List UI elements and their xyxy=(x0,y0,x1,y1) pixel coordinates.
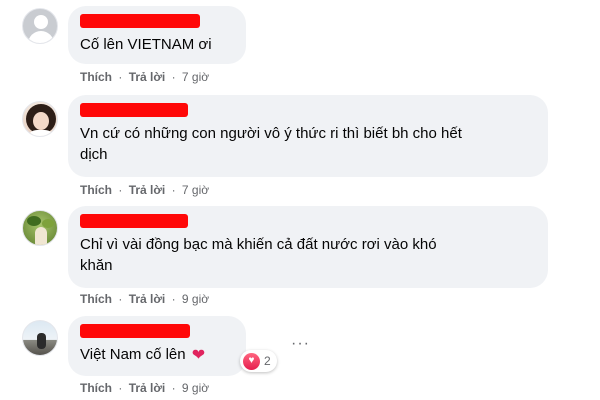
user-avatar[interactable] xyxy=(22,8,58,44)
more-options-icon[interactable]: ··· xyxy=(291,335,310,353)
like-button[interactable]: Thích xyxy=(80,183,112,197)
avatar-head-shape xyxy=(34,15,48,29)
comment-bubble: Chỉ vì vài đồng bạc mà khiến cả đất nước… xyxy=(68,206,548,288)
comment-3: Chỉ vì vài đồng bạc mà khiến cả đất nước… xyxy=(0,205,600,315)
timestamp[interactable]: 7 giờ xyxy=(182,70,209,84)
comment-text-body: Việt Nam cố lên xyxy=(80,346,186,363)
comment-bubble: Vn cứ có những con người vô ý thức ri th… xyxy=(68,95,548,177)
comment-text-line-1: Chỉ vì vài đồng bạc mà khiến cả đất nước… xyxy=(80,236,437,253)
comment-text: Việt Nam cố lên ❤ xyxy=(80,344,234,366)
separator: · xyxy=(118,292,123,306)
comment-text-line-1: Vn cứ có những con người vô ý thức ri th… xyxy=(80,125,462,142)
user-avatar[interactable] xyxy=(22,101,58,137)
avatar-body-shape xyxy=(28,31,54,43)
comment-actions: Thích · Trả lời · 9 giờ xyxy=(80,381,209,395)
separator: · xyxy=(118,381,123,395)
separator: · xyxy=(171,292,176,306)
separator: · xyxy=(118,70,123,84)
comment-bubble: Việt Nam cố lên ❤ xyxy=(68,316,246,376)
timestamp[interactable]: 7 giờ xyxy=(182,183,209,197)
comment-actions: Thích · Trả lời · 7 giờ xyxy=(80,70,209,84)
separator: · xyxy=(171,381,176,395)
reply-button[interactable]: Trả lời xyxy=(129,381,166,395)
avatar-person-shape xyxy=(35,227,47,245)
avatar-foliage-shape xyxy=(27,216,41,226)
timestamp[interactable]: 9 giờ xyxy=(182,292,209,306)
comment-text-line-2: khăn xyxy=(80,257,113,274)
comment-actions: Thích · Trả lời · 9 giờ xyxy=(80,292,209,306)
like-button[interactable]: Thích xyxy=(80,381,112,395)
separator: · xyxy=(118,183,123,197)
like-button[interactable]: Thích xyxy=(80,292,112,306)
reply-button[interactable]: Trả lời xyxy=(129,70,166,84)
reaction-summary[interactable]: ♥ 2 xyxy=(240,350,277,372)
redacted-username xyxy=(80,103,188,117)
avatar-foliage-shape xyxy=(42,219,54,228)
reply-button[interactable]: Trả lời xyxy=(129,183,166,197)
timestamp[interactable]: 9 giờ xyxy=(182,381,209,395)
comment-bubble: Cố lên VIETNAM ơi xyxy=(68,6,246,64)
reaction-count: 2 xyxy=(264,354,271,368)
like-button[interactable]: Thích xyxy=(80,70,112,84)
user-avatar[interactable] xyxy=(22,210,58,246)
comment-2: Vn cứ có những con người vô ý thức ri th… xyxy=(0,95,600,205)
avatar-shirt-shape xyxy=(27,130,55,136)
avatar-figure-shape xyxy=(37,333,46,349)
comment-text: Cố lên VIETNAM ơi xyxy=(80,36,212,53)
avatar-face-shape xyxy=(33,112,49,130)
comment-actions: Thích · Trả lời · 7 giờ xyxy=(80,183,209,197)
redacted-username xyxy=(80,214,188,228)
comment-4: Việt Nam cố lên ❤ ♥ 2 ··· Thích · Trả lờ… xyxy=(0,315,600,400)
separator: · xyxy=(171,183,176,197)
comment-1: Cố lên VIETNAM ơi Thích · Trả lời · 7 gi… xyxy=(0,0,600,95)
redacted-username xyxy=(80,14,200,28)
redacted-username xyxy=(80,324,190,338)
separator: · xyxy=(171,70,176,84)
heart-emoji-icon: ❤ xyxy=(191,347,206,364)
user-avatar[interactable] xyxy=(22,320,58,356)
comment-text-line-2: dịch xyxy=(80,146,108,163)
reply-button[interactable]: Trả lời xyxy=(129,292,166,306)
love-reaction-icon: ♥ xyxy=(243,352,260,370)
